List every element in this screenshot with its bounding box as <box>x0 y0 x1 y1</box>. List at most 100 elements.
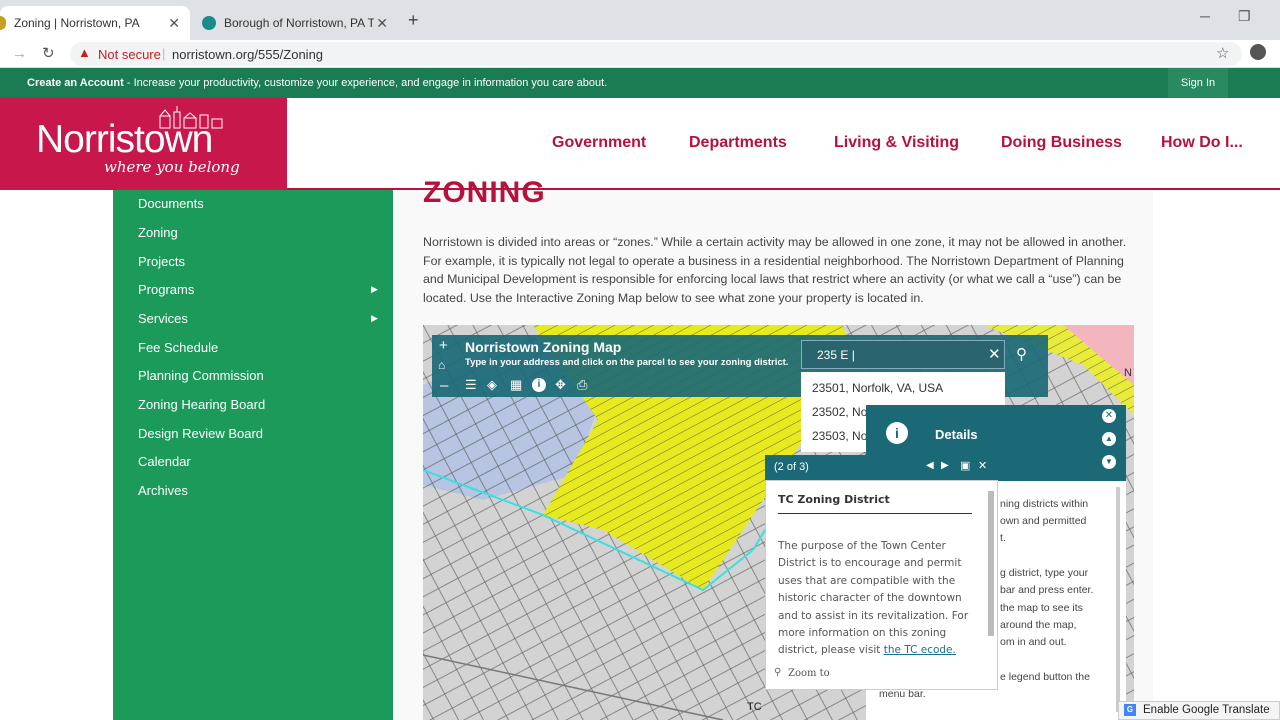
zoom-to-link[interactable]: Zoom to <box>788 668 830 679</box>
details-text-line: bar and press enter. <box>1000 584 1094 596</box>
close-details-icon[interactable]: ✕ <box>1102 409 1116 423</box>
address-search-input[interactable]: 235 E | ✕ <box>801 340 1005 369</box>
url-field[interactable]: ▲ Not secure | norristown.org/555/Zoning… <box>70 42 1242 66</box>
tab-ecode[interactable]: Borough of Norristown, PA TC To ✕ <box>192 6 398 40</box>
logo-tagline: where you belong <box>104 158 240 176</box>
map-subtitle: Type in your address and click on the pa… <box>465 357 789 368</box>
tab-title: Borough of Norristown, PA TC To <box>224 16 374 30</box>
sidebar-item-zoning[interactable]: Zoning <box>138 225 178 240</box>
sidebar-item-calendar[interactable]: Calendar <box>138 454 191 469</box>
logo-wordmark: Norristown <box>36 118 213 161</box>
url-text: norristown.org/555/Zoning <box>172 47 324 62</box>
details-text-line: around the map, <box>1000 619 1077 631</box>
zoom-to-icon: ⚲ <box>774 667 782 678</box>
back-icon[interactable]: → <box>12 45 27 62</box>
popup-header: (2 of 3) ◀ ▶ ▣ ✕ <box>765 455 998 480</box>
nav-how-do-i[interactable]: How Do I... <box>1161 134 1243 152</box>
tab-title: Zoning | Norristown, PA <box>14 16 140 30</box>
site-header: Norristown where you belong Government D… <box>0 98 1280 190</box>
close-tab-icon[interactable]: ✕ <box>376 15 388 32</box>
warning-icon: ▲ <box>78 45 91 60</box>
page-title: ZONING <box>423 176 546 209</box>
clear-search-icon[interactable]: ✕ <box>988 345 1001 363</box>
expand-arrow-icon[interactable]: ▶ <box>371 284 378 295</box>
suggestion-item[interactable]: 23501, Norfolk, VA, USA <box>812 381 943 395</box>
map-zoom-controls: + ⌂ – <box>432 335 458 397</box>
create-account-link[interactable]: Create an Account <box>27 77 124 89</box>
layers-icon[interactable]: ◈ <box>487 377 497 393</box>
suggestion-item[interactable]: 23503, No <box>812 429 867 443</box>
sidebar-item-documents[interactable]: Documents <box>138 196 204 211</box>
profile-icon[interactable] <box>1250 44 1266 60</box>
new-tab-icon[interactable]: + <box>408 10 419 31</box>
nav-departments[interactable]: Departments <box>689 134 787 152</box>
nav-living-visiting[interactable]: Living & Visiting <box>834 134 959 152</box>
zoom-in-icon[interactable]: + <box>439 337 448 354</box>
account-bar: Create an Account - Increase your produc… <box>0 68 1280 98</box>
sidebar-nav: Documents Zoning Projects Programs ▶ Ser… <box>113 190 393 720</box>
nav-government[interactable]: Government <box>552 134 646 152</box>
details-text-line: t. <box>1000 532 1006 544</box>
ecode-favicon-icon <box>202 16 216 30</box>
details-text-line: own and permitted <box>1000 515 1087 527</box>
map-label-tc: TC <box>747 701 762 713</box>
google-translate-icon: G <box>1124 704 1136 716</box>
popup-divider <box>778 513 972 514</box>
popup-title: TC Zoning District <box>778 493 890 506</box>
measure-icon[interactable]: ✥ <box>555 377 566 393</box>
popup-description: The purpose of the Town Center District … <box>778 538 978 660</box>
minimize-icon[interactable]: ─ <box>1200 8 1210 24</box>
previous-icon[interactable]: ◀ <box>926 460 934 471</box>
star-icon[interactable]: ☆ <box>1216 44 1229 62</box>
favicon-icon <box>0 16 6 30</box>
expand-arrow-icon[interactable]: ▶ <box>371 313 378 324</box>
sidebar-item-programs[interactable]: Programs <box>138 282 194 297</box>
details-text-line: the map to see its <box>1000 602 1083 614</box>
tc-ecode-link[interactable]: the TC ecode. <box>884 644 956 656</box>
sidebar-item-fee-schedule[interactable]: Fee Schedule <box>138 340 218 355</box>
norristown-logo[interactable]: Norristown where you belong <box>0 98 287 190</box>
chevron-down-icon[interactable]: ▼ <box>1102 455 1116 469</box>
search-icon[interactable]: ⚲ <box>1016 345 1027 363</box>
popup-text: The purpose of the Town Center District … <box>778 540 969 657</box>
nav-doing-business[interactable]: Doing Business <box>1001 134 1122 152</box>
maximize-icon[interactable]: ❐ <box>1238 8 1251 25</box>
sidebar-item-services[interactable]: Services <box>138 311 188 326</box>
next-icon[interactable]: ▶ <box>941 460 949 471</box>
sidebar-item-zoning-hearing-board[interactable]: Zoning Hearing Board <box>138 397 265 412</box>
security-label: Not secure <box>98 47 161 62</box>
maximize-popup-icon[interactable]: ▣ <box>960 459 970 472</box>
reload-icon[interactable]: ↻ <box>42 44 55 62</box>
details-title: Details <box>935 427 978 442</box>
zoom-out-icon[interactable]: – <box>440 377 448 394</box>
chevron-up-icon[interactable]: ▲ <box>1102 432 1116 446</box>
home-icon[interactable]: ⌂ <box>438 358 445 372</box>
popup-body: TC Zoning District The purpose of the To… <box>765 480 998 690</box>
sign-in-button[interactable]: Sign In <box>1168 68 1228 98</box>
suggestion-item[interactable]: 23502, No <box>812 405 867 419</box>
intro-paragraph: Norristown is divided into areas or “zon… <box>423 235 1127 306</box>
close-tab-icon[interactable]: ✕ <box>168 15 180 32</box>
sidebar-item-design-review-board[interactable]: Design Review Board <box>138 426 263 441</box>
address-bar: → ↻ ▲ Not secure | norristown.org/555/Zo… <box>0 40 1280 68</box>
sidebar-item-projects[interactable]: Projects <box>138 254 185 269</box>
details-text-line: e legend button the <box>1000 671 1090 683</box>
details-text-line: om in and out. <box>1000 636 1067 648</box>
basemap-icon[interactable]: ▦ <box>510 377 522 393</box>
close-popup-icon[interactable]: ✕ <box>978 459 987 472</box>
list-icon[interactable]: ☰ <box>465 377 477 393</box>
details-scrollbar[interactable] <box>1116 487 1120 712</box>
details-text-line: ning districts within <box>1000 498 1089 510</box>
map-label-north: N <box>1124 367 1132 379</box>
sidebar-item-planning-commission[interactable]: Planning Commission <box>138 368 264 383</box>
tab-zoning[interactable]: Zoning | Norristown, PA ✕ <box>0 6 190 40</box>
info-icon[interactable]: i <box>532 378 546 392</box>
popup-scrollbar[interactable] <box>988 491 994 636</box>
separator: | <box>162 46 166 61</box>
browser-tab-bar: Zoning | Norristown, PA ✕ Borough of Nor… <box>0 0 1280 40</box>
print-icon[interactable]: ⎙ <box>577 377 587 393</box>
search-value: 235 E | <box>817 348 855 362</box>
popup-counter: (2 of 3) <box>774 461 809 473</box>
enable-google-translate-button[interactable]: G Enable Google Translate <box>1118 701 1280 720</box>
sidebar-item-archives[interactable]: Archives <box>138 483 188 498</box>
